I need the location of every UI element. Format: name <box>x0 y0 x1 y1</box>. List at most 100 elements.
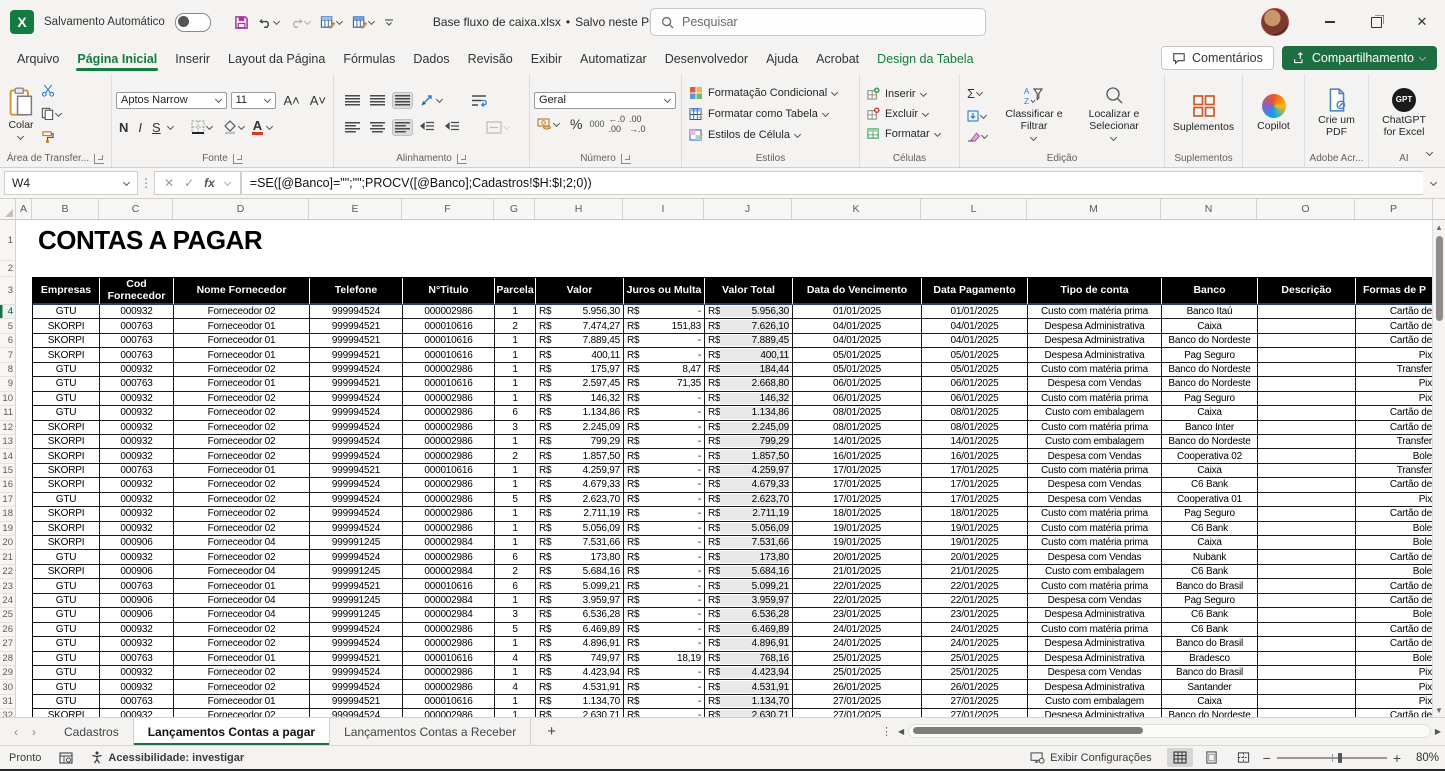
cell[interactable]: 14/01/2025 <box>922 435 1028 449</box>
font-color-button[interactable]: A <box>252 119 263 135</box>
cell[interactable]: 000932 <box>100 709 174 717</box>
row-header[interactable]: 29 <box>0 666 16 680</box>
accounting-format-button[interactable] <box>534 114 563 133</box>
cell[interactable]: 23/01/2025 <box>793 608 922 622</box>
cell[interactable]: R$- <box>624 709 705 717</box>
cell[interactable]: C6 Bank <box>1162 522 1258 536</box>
table-col-header[interactable]: Formas de P <box>1356 278 1434 305</box>
page-break-view-button[interactable] <box>1231 748 1257 767</box>
autosave-toggle[interactable] <box>175 13 211 32</box>
cell[interactable]: 999994524 <box>310 493 403 507</box>
copilot-button[interactable]: Copilot <box>1253 92 1294 135</box>
cell[interactable]: 18/01/2025 <box>793 507 922 521</box>
row-header[interactable]: 22 <box>0 565 16 579</box>
cell[interactable]: Bole <box>1356 522 1434 536</box>
decrease-decimal-button[interactable]: .00→.0 <box>629 114 646 134</box>
cell[interactable]: 000932 <box>100 421 174 435</box>
search-input[interactable]: Pesquisar <box>650 8 986 36</box>
cell[interactable]: R$4.531,91 <box>705 680 793 694</box>
cell[interactable] <box>1258 594 1356 608</box>
cell[interactable]: R$- <box>624 305 705 319</box>
cell[interactable]: 1 <box>495 666 536 680</box>
orientation-button[interactable] <box>417 91 446 110</box>
cell[interactable]: R$4.423,94 <box>705 666 793 680</box>
cell[interactable]: R$1.857,50 <box>705 449 793 463</box>
sort-filter-button[interactable]: AZ Classificar e Filtrar <box>997 84 1071 144</box>
cell[interactable]: Custo com matéria prima <box>1028 464 1162 478</box>
cell[interactable]: R$5.099,21 <box>705 579 793 593</box>
ribbon-tab-acrobat[interactable]: Acrobat <box>807 46 868 73</box>
scroll-left-icon[interactable]: ◀ <box>898 727 904 736</box>
cell[interactable]: R$- <box>624 449 705 463</box>
cell[interactable]: Banco do Brasil <box>1162 666 1258 680</box>
column-header-C[interactable]: C <box>99 199 173 219</box>
cell[interactable]: 04/01/2025 <box>793 334 922 348</box>
cell[interactable]: 999994524 <box>310 666 403 680</box>
cell[interactable] <box>1258 377 1356 391</box>
cell[interactable]: 3 <box>495 421 536 435</box>
cell[interactable]: R$3.959,97 <box>536 594 624 608</box>
create-pdf-button[interactable]: Crie um PDF <box>1309 86 1364 141</box>
cell[interactable]: R$- <box>624 550 705 564</box>
cell[interactable] <box>1258 449 1356 463</box>
cell[interactable]: 08/01/2025 <box>922 421 1028 435</box>
cell[interactable]: GTU <box>33 608 100 622</box>
cell[interactable]: Custo com embalagem <box>1028 435 1162 449</box>
cell[interactable]: GTU <box>33 695 100 709</box>
row-header[interactable]: 13 <box>0 435 16 449</box>
column-header-B[interactable]: B <box>32 199 99 219</box>
table-col-header[interactable]: Valor Total <box>705 278 793 305</box>
cell[interactable]: Bole <box>1356 565 1434 579</box>
cell[interactable]: 999994524 <box>310 637 403 651</box>
cell[interactable]: R$7.889,45 <box>536 334 624 348</box>
cell[interactable]: 27/01/2025 <box>793 709 922 717</box>
cell[interactable]: R$146,32 <box>705 392 793 406</box>
cell[interactable]: Despesa com Vendas <box>1028 449 1162 463</box>
cell[interactable]: 21/01/2025 <box>793 565 922 579</box>
comments-button[interactable]: Comentários <box>1161 46 1274 70</box>
cell-styles-button[interactable]: Estilos de Célula <box>686 125 804 144</box>
cell[interactable]: 05/01/2025 <box>922 363 1028 377</box>
paste-button[interactable]: Colar <box>4 85 38 143</box>
row-header[interactable]: 10 <box>0 392 16 406</box>
cell[interactable]: 000002986 <box>403 522 495 536</box>
cell[interactable]: 5 <box>495 623 536 637</box>
cell[interactable]: 999994524 <box>310 507 403 521</box>
cell[interactable]: 16/01/2025 <box>793 449 922 463</box>
ribbon-tab-ajuda[interactable]: Ajuda <box>757 46 807 73</box>
cell[interactable]: Banco do Nordeste <box>1162 709 1258 717</box>
table-col-header[interactable]: Tipo de conta <box>1028 278 1162 305</box>
cell[interactable]: 999994524 <box>310 550 403 564</box>
format-cells-button[interactable]: Formatar <box>864 125 944 143</box>
cell[interactable]: R$2.245,09 <box>536 421 624 435</box>
add-sheet-button[interactable]: + <box>531 718 572 745</box>
number-format-select[interactable]: Geral <box>534 92 676 109</box>
cell[interactable]: 1 <box>495 507 536 521</box>
cell[interactable]: SKORPI <box>33 478 100 492</box>
cell[interactable]: Forneceodor 01 <box>174 464 310 478</box>
cell[interactable]: GTU <box>33 406 100 420</box>
borders-button[interactable] <box>188 117 216 137</box>
cell[interactable]: R$173,80 <box>536 550 624 564</box>
cell[interactable]: 20/01/2025 <box>793 550 922 564</box>
cell[interactable]: R$- <box>624 493 705 507</box>
cell[interactable]: 000002986 <box>403 709 495 717</box>
sheet-tab-lançamentos-contas-a-receber[interactable]: Lançamentos Contas a Receber <box>330 718 531 745</box>
cell[interactable]: Caixa <box>1162 695 1258 709</box>
cell[interactable]: R$4.259,97 <box>705 464 793 478</box>
cell[interactable]: 1 <box>495 363 536 377</box>
cell[interactable]: Cartão de <box>1356 579 1434 593</box>
cell[interactable]: 000002986 <box>403 507 495 521</box>
cell[interactable]: Forneceodor 04 <box>174 565 310 579</box>
conditional-formatting-button[interactable]: Formatação Condicional <box>686 83 841 102</box>
cell[interactable]: SKORPI <box>33 536 100 550</box>
cell[interactable]: 000763 <box>100 377 174 391</box>
cell[interactable]: Despesa Administrativa <box>1028 608 1162 622</box>
underline-menu[interactable] <box>168 124 174 130</box>
cell[interactable]: Despesa com Vendas <box>1028 478 1162 492</box>
cell[interactable]: C6 Bank <box>1162 478 1258 492</box>
cell[interactable]: Forneceodor 01 <box>174 348 310 362</box>
cell[interactable]: R$8,47 <box>624 363 705 377</box>
cell[interactable]: 999994524 <box>310 435 403 449</box>
cell[interactable]: 999994524 <box>310 406 403 420</box>
